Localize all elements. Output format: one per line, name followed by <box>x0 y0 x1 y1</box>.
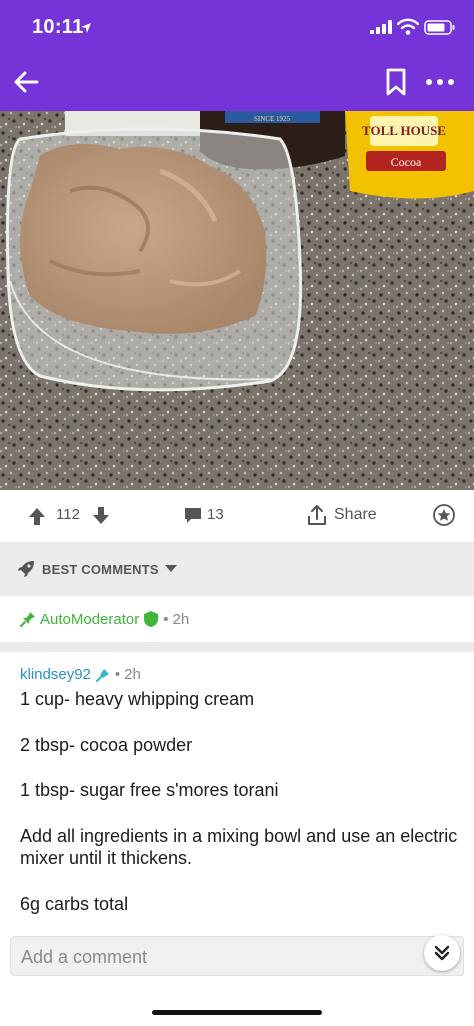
chevron-down-icon <box>164 565 177 572</box>
award-star-icon[interactable] <box>432 503 456 527</box>
jar-label-text: SINCE 1925 <box>254 115 290 123</box>
automoderator-comment[interactable]: AutoModerator • 2h <box>0 596 474 642</box>
comment-sort-button[interactable]: BEST COMMENTS <box>16 559 177 579</box>
share-icon <box>308 505 326 525</box>
comment-author[interactable]: klindsey92 <box>20 666 91 683</box>
save-post-button[interactable] <box>384 67 408 97</box>
comment-line: 1 cup- heavy whipping cream <box>20 689 255 709</box>
comment-line: 2 tbsp- cocoa powder <box>20 734 193 755</box>
next-comment-button[interactable] <box>424 935 460 971</box>
comment-line: Add all ingredients in a mixing bowl and… <box>20 825 458 869</box>
location-arrow-icon <box>81 23 91 33</box>
can-brand-text: TOLL HOUSE <box>362 123 446 138</box>
share-label: Share <box>334 506 377 523</box>
downvote-arrow-icon[interactable] <box>90 505 112 527</box>
add-comment-input[interactable]: Add a comment <box>10 936 464 976</box>
more-options-button[interactable] <box>422 69 458 95</box>
meta-separator: • <box>114 666 121 683</box>
comments-sort-bar: BEST COMMENTS <box>0 542 474 596</box>
reply-area: Add a comment <box>0 928 474 1026</box>
home-indicator[interactable] <box>152 1010 322 1015</box>
post-score: 112 <box>56 506 80 523</box>
comment-divider <box>0 642 474 652</box>
post-action-bar: 112 13 Share <box>0 490 474 542</box>
comment-bubble-icon[interactable] <box>183 505 203 525</box>
double-chevron-down-icon <box>434 945 450 961</box>
bookmark-icon <box>386 68 406 96</box>
moderator-shield-icon <box>144 611 159 627</box>
upvote-arrow-icon[interactable] <box>26 505 48 527</box>
comment-line: 6g carbs total <box>20 893 129 914</box>
automoderator-age: 2h <box>172 610 190 628</box>
status-bar: 10:11 <box>0 0 474 50</box>
rocket-icon <box>18 561 34 577</box>
comment-line: 1 tbsp- sugar free s'mores torani <box>20 780 279 800</box>
add-comment-placeholder: Add a comment <box>21 947 148 967</box>
more-dots-icon <box>426 79 454 85</box>
battery-icon <box>424 20 455 35</box>
comment-body: 1 cup- heavy whipping cream 2 tbsp- coco… <box>20 688 460 938</box>
arrow-left-icon <box>14 71 39 93</box>
nav-bar <box>0 55 474 111</box>
meta-separator: • <box>163 610 169 628</box>
photo-whipped-cocoa-cream: SINCE 1925 TOLL HOUSE Cocoa <box>0 111 474 490</box>
comment-count: 13 <box>207 506 224 523</box>
comment-meta: klindsey92 • 2h <box>20 666 141 683</box>
comment[interactable]: klindsey92 • 2h 1 cup- heavy whipping cr… <box>0 652 474 928</box>
comment-age: 2h <box>124 666 141 683</box>
share-button[interactable]: Share <box>306 502 377 528</box>
pin-icon <box>20 612 35 627</box>
app-header: 10:11 <box>0 0 474 111</box>
automoderator-meta: AutoModerator • 2h <box>20 610 189 628</box>
sort-label: BEST COMMENTS <box>42 561 159 577</box>
back-button[interactable] <box>10 65 44 99</box>
status-time: 10:11 <box>32 16 84 38</box>
cellular-signal-icon <box>370 20 392 34</box>
can-label-text: Cocoa <box>391 155 422 169</box>
automoderator-username[interactable]: AutoModerator <box>40 611 139 628</box>
op-microphone-icon <box>95 668 109 682</box>
wifi-icon <box>397 18 419 35</box>
post-image[interactable]: SINCE 1925 TOLL HOUSE Cocoa <box>0 111 474 490</box>
